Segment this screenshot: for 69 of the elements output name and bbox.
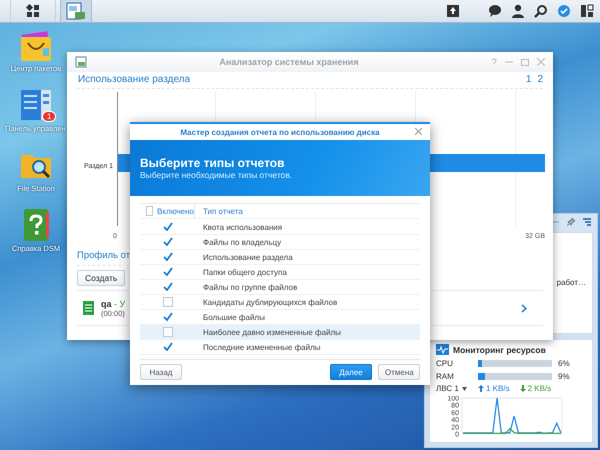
wizard-heading: Выберите типы отчетов	[140, 156, 286, 170]
control-panel-icon	[19, 88, 53, 122]
arrow-down-icon	[520, 385, 526, 392]
report-type-label: Файлы по владельцу	[203, 238, 282, 246]
notification-badge: 1	[42, 111, 56, 122]
create-button[interactable]: Создать	[77, 270, 126, 286]
chevron-right-icon[interactable]	[521, 304, 527, 312]
report-type-row[interactable]: Последние измененные файлы	[140, 340, 420, 355]
pin-icon[interactable]	[567, 218, 575, 226]
checkbox[interactable]	[162, 252, 172, 262]
report-type-row[interactable]: Наиболее давно измененные файлы	[140, 325, 420, 340]
upload-speed: 1 KB/s	[486, 384, 510, 393]
download-speed: 2 KB/s	[528, 384, 552, 393]
dialog-title: Мастер создания отчета по использованию диска	[180, 128, 380, 136]
section-title: Использование раздела	[78, 74, 190, 85]
report-type-label: Файлы по группе файлов	[203, 282, 298, 292]
caret-icon[interactable]	[462, 386, 467, 390]
report-type-row[interactable]: Файлы по группе файлов	[140, 280, 420, 295]
checkbox[interactable]	[162, 222, 172, 232]
column-header[interactable]: Включено	[157, 206, 194, 216]
meter-reading: 9%	[558, 372, 570, 380]
app-icon	[75, 56, 87, 68]
checkbox[interactable]	[162, 312, 172, 322]
report-type-row[interactable]: Папки общего доступа	[140, 265, 420, 280]
arrow-up-icon	[478, 385, 484, 392]
meter-label: RAM	[436, 372, 455, 380]
main-menu-button[interactable]	[10, 0, 56, 22]
next-button[interactable]: Далее	[330, 364, 372, 380]
page-link[interactable]: 1	[526, 74, 532, 85]
report-status: - У	[114, 298, 126, 308]
back-button[interactable]: Назад	[140, 364, 182, 380]
report-type-label: Использование раздела	[203, 252, 293, 262]
monitor-icon	[436, 344, 449, 355]
storage-analyzer-icon	[66, 2, 86, 20]
taskbar-app-button[interactable]	[60, 0, 92, 22]
report-type-label: Квота использования	[203, 222, 282, 232]
checkbox[interactable]	[162, 327, 172, 337]
report-type-label: Большие файлы	[203, 312, 265, 322]
report-type-row[interactable]: Использование раздела	[140, 250, 420, 265]
checkbox[interactable]	[146, 206, 154, 216]
meter-label: CPU	[436, 358, 454, 368]
report-type-row[interactable]: Файлы по владельцу	[140, 235, 420, 250]
report-type-label: Наиболее давно измененные файлы	[203, 328, 341, 336]
report-type-label: Последние измененные файлы	[203, 342, 320, 352]
section-title: Профиль от	[77, 250, 130, 261]
page-link[interactable]: 2	[537, 74, 543, 85]
window-title: Анализатор системы хранения	[218, 57, 360, 67]
interface-select[interactable]: ЛВС 1	[436, 384, 459, 393]
report-type-row[interactable]: Кандидаты дублирующихся файлов	[140, 295, 420, 310]
report-icon	[81, 300, 95, 316]
checkbox[interactable]	[162, 342, 172, 352]
report-name: qa	[101, 298, 112, 308]
cancel-button[interactable]: Отмена	[378, 364, 420, 380]
widget-text: работ…	[556, 278, 586, 288]
report-type-label: Папки общего доступа	[203, 268, 287, 276]
column-header[interactable]: Тип отчета	[203, 206, 243, 216]
checkbox[interactable]	[162, 267, 172, 277]
checkbox[interactable]	[162, 282, 172, 292]
checkbox[interactable]	[162, 297, 172, 307]
main-menu-icon	[26, 4, 40, 18]
wizard-subheading: Выберите необходимые типы отчетов.	[140, 170, 294, 180]
meter-reading: 6%	[558, 358, 570, 368]
widget-title: Мониторинг ресурсов	[453, 344, 546, 354]
checkbox[interactable]	[162, 237, 172, 247]
report-type-row[interactable]: Квота использования	[140, 220, 420, 235]
close-icon[interactable]	[415, 128, 422, 135]
report-type-label: Кандидаты дублирующихся файлов	[203, 298, 338, 306]
menu-icon[interactable]	[583, 218, 591, 226]
shopping-bag-icon	[19, 28, 53, 62]
